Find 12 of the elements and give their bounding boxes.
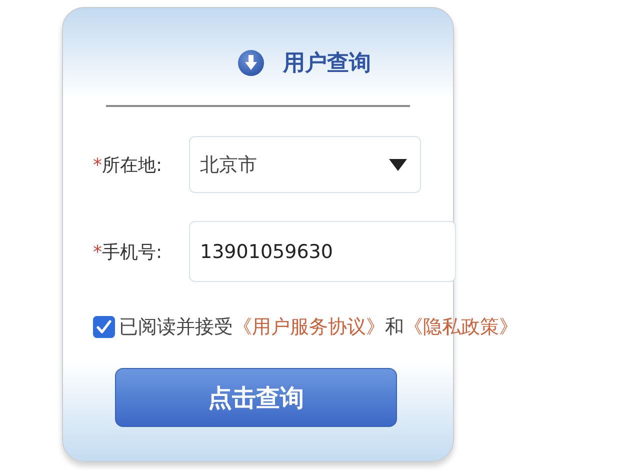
- caret-icon: [388, 158, 408, 172]
- phone-input[interactable]: 13901059630: [189, 221, 456, 282]
- agreement-link[interactable]: 《用户服务协议》: [233, 316, 385, 338]
- consent-text: 已阅读并接受《用户服务协议》和《隐私政策》: [119, 315, 518, 340]
- card-title: 用户查询: [283, 50, 371, 78]
- consent-checkbox[interactable]: [93, 316, 115, 338]
- download-icon: [237, 49, 265, 77]
- location-dropdown[interactable]: 北京市: [189, 136, 421, 193]
- field-label: *手机号:: [93, 240, 164, 264]
- query-button[interactable]: 点击查询: [115, 368, 397, 427]
- field-label: *所在地:: [93, 154, 164, 176]
- agreement-link[interactable]: 《隐私政策》: [404, 316, 518, 338]
